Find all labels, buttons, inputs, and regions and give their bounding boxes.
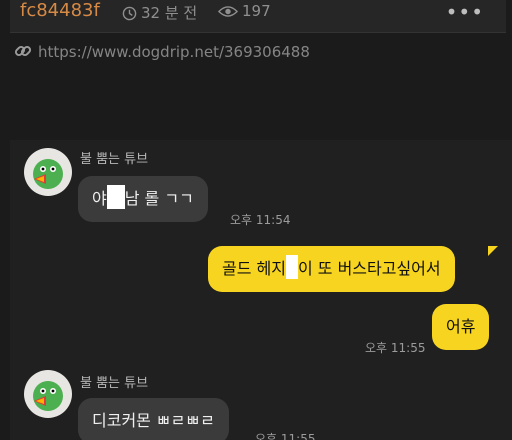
message-bubble: 골드 헤지 이 또 버스타고싶어서 [208, 246, 455, 292]
avatar [24, 370, 72, 418]
post-meta-bar: fc84483f 32 분 전 197 ••• [10, 0, 506, 33]
time-ago-text: 32 분 전 [141, 4, 198, 22]
dragon-avatar-icon [33, 159, 63, 189]
views-count: 197 [242, 2, 271, 20]
censor-block [285, 255, 298, 279]
message-text-part: 야 [92, 189, 107, 208]
post-url[interactable]: https://www.dogdrip.net/369306488 [38, 43, 310, 61]
chat-screenshot: 불 뿜는 튜브 야 남 롤 ㄱㄱ 오후 11:54 골드 헤지 이 또 버스타고싶어… [10, 140, 512, 440]
message-text-part: 골드 헤지 [222, 259, 286, 278]
message-bubble: 디코커몬 ㅃㄹㅃㄹ [78, 398, 229, 440]
message-time: 오후 11:55 [365, 341, 426, 355]
censor-block [106, 185, 125, 209]
post-time: 32 분 전 [122, 2, 197, 23]
sender-name: 불 뿜는 튜브 [80, 376, 149, 391]
message-bubble: 야 남 롤 ㄱㄱ [78, 176, 208, 222]
message-time: 오후 11:54 [230, 213, 291, 227]
link-icon [14, 45, 32, 57]
avatar [24, 148, 72, 196]
post-views: 197 [218, 2, 271, 20]
message-text: 디코커몬 ㅃㄹㅃㄹ [92, 411, 215, 430]
message-text: 어휴 [446, 317, 476, 336]
bubble-tail [488, 246, 498, 256]
message-time: 오후 11:55 [255, 432, 316, 440]
message-bubble: 어휴 [432, 304, 490, 350]
more-options-icon[interactable]: ••• [446, 0, 484, 24]
message-text-part: 남 롤 ㄱㄱ [124, 189, 194, 208]
clock-icon [122, 6, 137, 21]
dragon-avatar-icon [33, 381, 63, 411]
sender-name: 불 뿜는 튜브 [80, 152, 149, 167]
author-name[interactable]: fc84483f [20, 0, 100, 21]
eye-icon [218, 6, 238, 17]
message-text-part: 이 또 버스타고싶어서 [297, 259, 441, 278]
post-url-row[interactable]: https://www.dogdrip.net/369306488 [14, 42, 310, 61]
